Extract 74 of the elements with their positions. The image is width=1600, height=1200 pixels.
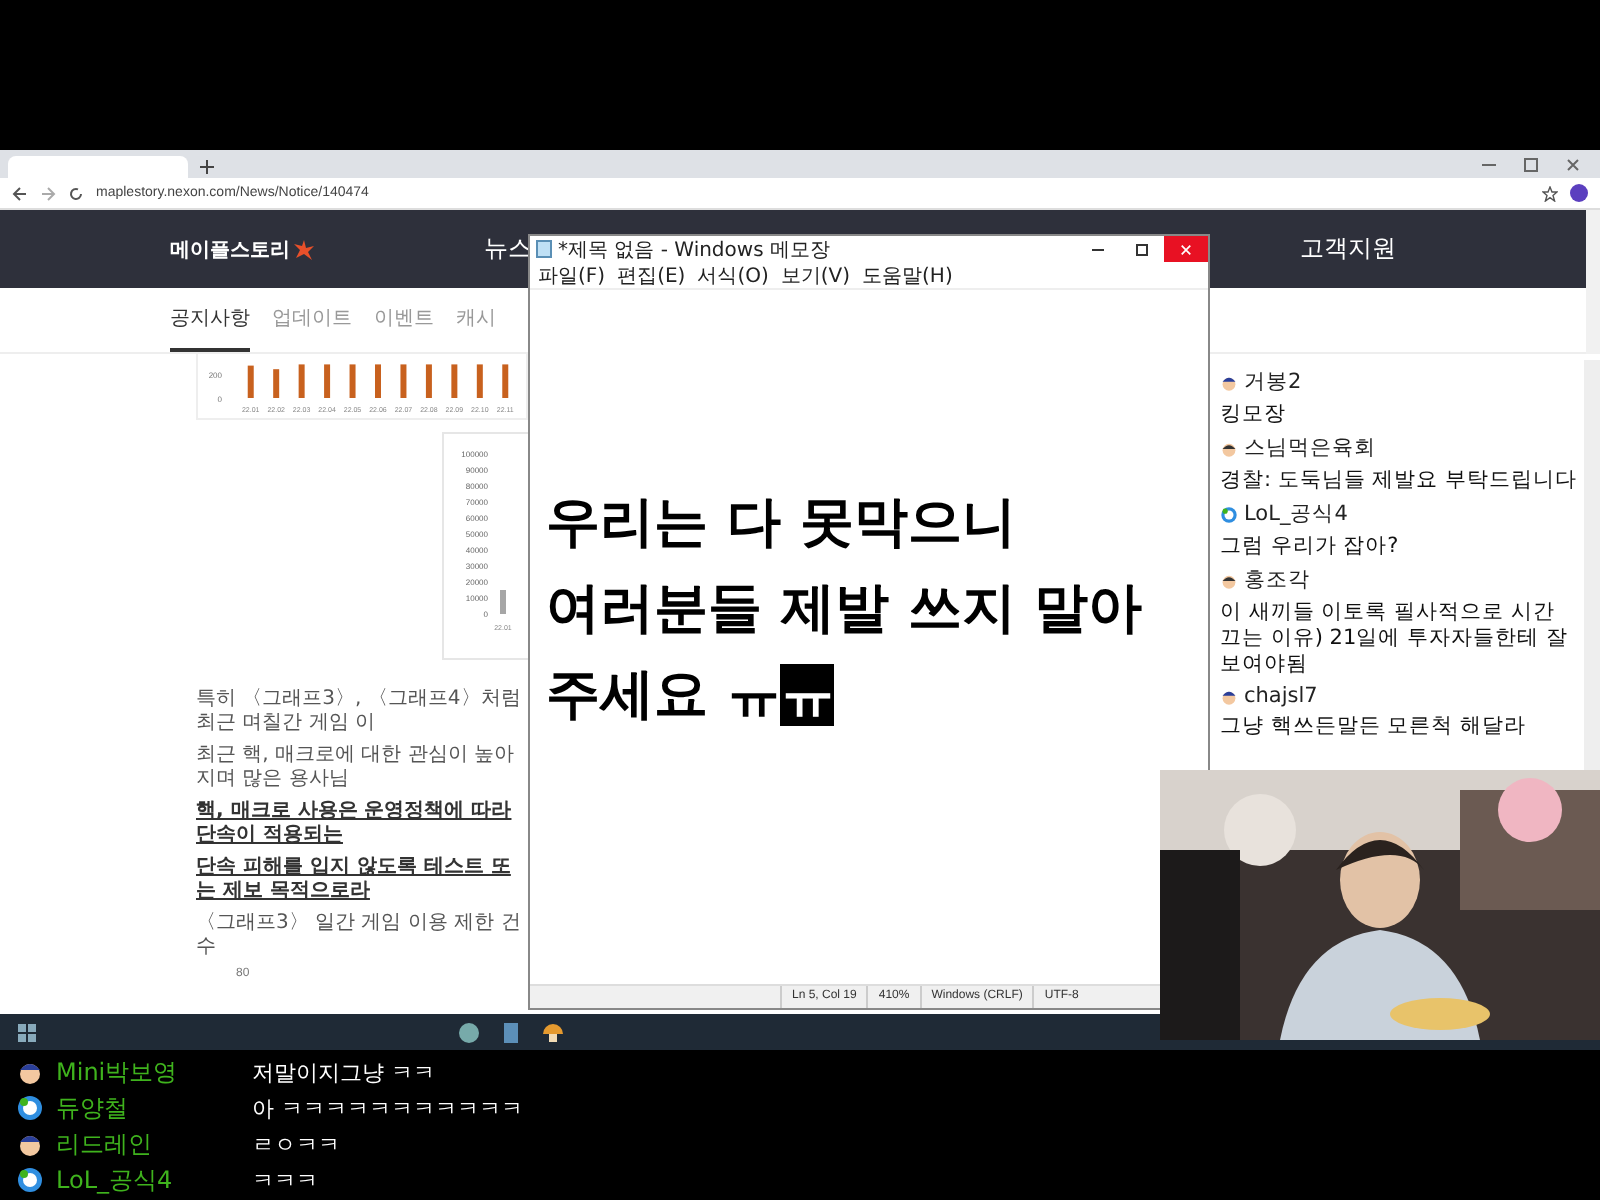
menu-item[interactable]: 파일(F) — [538, 261, 606, 289]
chat-message: 아 ㅋㅋㅋㅋㅋㅋㅋㅋㅋㅋㅋ — [252, 1093, 523, 1123]
notepad-icon — [536, 240, 552, 258]
chart-bar — [324, 364, 331, 398]
avatar-icon — [16, 1166, 44, 1194]
chart-bar — [375, 364, 381, 398]
text-line: 우리는 다 못막으니 — [546, 490, 1018, 558]
chat-username: LoL_공식4 — [1244, 500, 1348, 528]
chat-message: ㅋㅋㅋ — [252, 1165, 318, 1195]
chat-message: 저말이지그냥 ㅋㅋ — [252, 1057, 435, 1087]
back-icon[interactable] — [12, 185, 28, 201]
avatar-icon — [16, 1058, 44, 1086]
chart-bar — [502, 364, 509, 398]
chart-bar — [298, 364, 305, 398]
minimize-icon — [1092, 243, 1104, 255]
avatar-icon — [16, 1130, 44, 1158]
chart-bar — [425, 364, 432, 398]
nav-link[interactable]: 고객지원 — [1300, 232, 1396, 266]
chat-message: 이 새끼들 이토록 필사적으로 시간 끄는 이유) 21일에 투자자들한테 잘보여야됨 — [1220, 600, 1570, 678]
text-line: 여러분들 제발 쓰지 말아 — [546, 576, 1145, 644]
avatar-icon — [1220, 373, 1238, 391]
avatar-icon — [16, 1094, 44, 1122]
chat-message: ㄹㅇㅋㅋ — [252, 1129, 340, 1159]
close-icon — [1180, 243, 1192, 255]
calculator-icon[interactable] — [500, 1021, 522, 1043]
paragraph: 특히 〈그래프3〉, 〈그래프4〉처럼 최근 며칠간 게임 이 — [196, 688, 523, 736]
chat-username: 스님먹은육회 — [1244, 434, 1376, 462]
chat-username: chajsl7 — [1244, 684, 1318, 708]
chat-message: 경찰: 도둑님들 제발요 부탁드립니다 — [1220, 468, 1580, 494]
new-tab-icon[interactable] — [200, 160, 214, 174]
maximize-icon — [1136, 243, 1148, 255]
chart-bar — [500, 590, 506, 614]
scrollbar[interactable] — [1586, 210, 1600, 354]
chat-message: 그냥 핵쓰든말든 모른척 해달라 — [1220, 714, 1529, 740]
star-icon[interactable] — [1542, 185, 1558, 201]
reload-icon[interactable] — [68, 185, 84, 201]
chart-bar — [349, 364, 356, 398]
chat-message: 그럼 우리가 잡아? — [1220, 534, 1401, 560]
site-logo[interactable]: 메이플스토리 — [170, 235, 290, 263]
chat-username: LoL_공식4 — [56, 1163, 175, 1197]
app-icon[interactable] — [458, 1021, 480, 1043]
avatar-icon — [1220, 687, 1238, 705]
mushroom-icon[interactable] — [542, 1021, 564, 1043]
chart-bar — [451, 364, 458, 398]
profile-avatar[interactable] — [1570, 184, 1588, 202]
tab[interactable]: 공지사항 — [170, 288, 250, 352]
chart-bar — [247, 365, 254, 398]
chart-bar — [400, 364, 407, 398]
paragraph: 핵, 매크로 사용은 운영정책에 따라 단속이 적용되는 — [196, 800, 514, 848]
paragraph: 최근 핵, 매크로에 대한 관심이 높아지며 많은 용사님 — [196, 744, 517, 792]
chart-bar — [476, 364, 483, 398]
avatar-icon — [1220, 505, 1238, 523]
chat-scrollbar[interactable] — [1584, 360, 1600, 770]
maximize-icon[interactable] — [1524, 157, 1538, 171]
window-title: *제목 없음 - Windows 메모장 — [558, 237, 830, 263]
chat-username: 듀양철 — [56, 1091, 130, 1125]
chat-username: 홍조각 — [1244, 566, 1310, 594]
avatar-icon — [1220, 571, 1238, 589]
close-icon[interactable] — [1566, 157, 1580, 171]
chat-username: Mini박보영 — [56, 1055, 180, 1089]
menu-item[interactable]: 보기(V) — [780, 261, 851, 289]
chat-username: 리드레인 — [56, 1127, 154, 1161]
text-line: 주세요 ㅠㅠ — [546, 662, 837, 730]
menu-item[interactable]: 서식(O) — [697, 261, 769, 289]
chart-bar — [273, 369, 280, 398]
paragraph: 〈그래프3〉 일간 게임 이용 제한 건수 — [196, 912, 523, 960]
chat-username: 거봉2 — [1244, 368, 1302, 396]
nav-link[interactable]: 뉴스 — [484, 232, 532, 266]
chat-message: 킹모장 — [1220, 402, 1288, 428]
avatar-icon — [1220, 439, 1238, 457]
paragraph: 단속 피해를 입지 않도록 테스트 또는 제보 목적으로라 — [196, 856, 513, 904]
start-icon[interactable] — [16, 1021, 38, 1043]
menu-item[interactable]: 도움말(H) — [862, 261, 953, 289]
menu-item[interactable]: 편집(E) — [617, 261, 686, 289]
